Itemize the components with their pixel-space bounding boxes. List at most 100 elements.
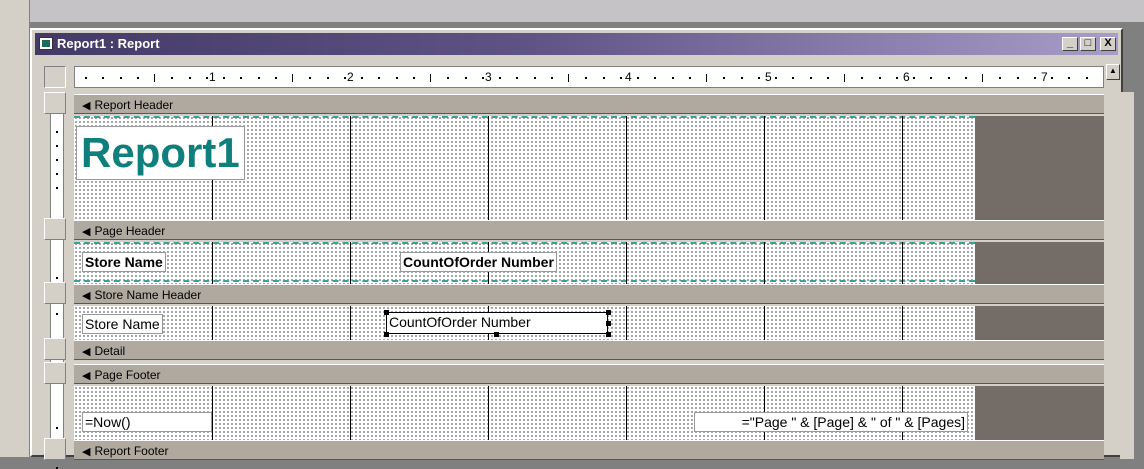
ruler-tick <box>56 159 58 161</box>
section-selector-page-header[interactable] <box>44 218 66 240</box>
ruler-tick <box>913 77 915 79</box>
resize-handle[interactable] <box>606 310 611 315</box>
ruler-label: 4 <box>625 70 632 84</box>
report-header-canvas[interactable]: Report1 <box>74 116 975 220</box>
store-name-header-canvas[interactable]: Store Name CountOfOrder Number <box>74 306 975 340</box>
grid-line <box>350 386 351 440</box>
scroll-up-arrow-icon[interactable]: ▲ <box>1106 64 1120 80</box>
section-selector-store-name-header[interactable] <box>44 282 66 304</box>
report-title-label[interactable]: Report1 <box>76 126 245 180</box>
grid-line <box>350 242 351 284</box>
ruler-tick <box>1051 77 1053 79</box>
ruler-tick <box>896 77 898 79</box>
ruler-label: 1 <box>209 70 216 84</box>
ruler-tick <box>861 77 863 79</box>
ruler-tick <box>56 427 58 429</box>
grid-line <box>626 242 627 284</box>
count-of-order-number-label[interactable]: CountOfOrder Number <box>400 252 557 272</box>
minimize-button[interactable]: _ <box>1062 37 1078 51</box>
canvas-outside-area <box>975 386 1104 440</box>
count-of-order-number-field[interactable]: CountOfOrder Number <box>386 312 608 334</box>
grid-line <box>350 306 351 340</box>
ruler-tick <box>56 145 58 147</box>
section-bar-report-header[interactable]: ◀ Report Header <box>74 94 1104 114</box>
ruler-tick <box>56 277 58 279</box>
ruler-tick <box>447 77 449 79</box>
store-name-field[interactable]: Store Name <box>82 314 163 334</box>
grid-line <box>626 116 627 220</box>
canvas-outside-area <box>975 306 1104 340</box>
resize-handle[interactable] <box>384 310 389 315</box>
report-icon <box>39 37 53 50</box>
section-selector-report-header[interactable] <box>44 92 66 114</box>
ruler-tick <box>1034 77 1036 79</box>
grid-line <box>212 306 213 340</box>
vertical-ruler <box>50 92 64 469</box>
horizontal-ruler[interactable]: 1 2 3 4 5 6 7 <box>74 66 1104 88</box>
close-button[interactable]: X <box>1100 37 1116 51</box>
section-label: ◀ Report Header <box>82 98 173 112</box>
section-arrow-icon: ◀ <box>82 446 91 458</box>
ruler-corner-selector[interactable] <box>44 66 66 88</box>
teal-divider <box>74 116 975 118</box>
grid-line <box>488 116 489 220</box>
ruler-tick <box>223 77 225 79</box>
ruler-tick <box>844 74 845 82</box>
ruler-tick <box>378 77 380 79</box>
vertical-scrollbar[interactable] <box>1120 92 1134 459</box>
ruler-tick <box>292 74 293 82</box>
ruler-tick <box>723 77 725 79</box>
resize-handle[interactable] <box>606 332 611 337</box>
grid-line <box>764 116 765 220</box>
section-arrow-icon: ◀ <box>82 290 91 302</box>
section-bar-page-header[interactable]: ◀ Page Header <box>74 220 1104 240</box>
canvas-outside-area <box>975 116 1104 220</box>
ruler-tick <box>240 77 242 79</box>
section-bar-detail[interactable]: ◀ Detail <box>74 340 1104 360</box>
resize-handle[interactable] <box>384 332 389 337</box>
section-title: Report Footer <box>94 444 169 458</box>
maximize-button[interactable]: □ <box>1080 37 1096 51</box>
section-selector-detail[interactable] <box>44 338 66 360</box>
section-label: ◀ Report Footer <box>82 444 169 458</box>
ruler-tick <box>430 74 431 82</box>
store-name-label[interactable]: Store Name <box>82 252 166 272</box>
section-bar-report-footer[interactable]: ◀ Report Footer <box>74 440 1104 460</box>
page-number-field[interactable]: ="Page " & [Page] & " of " & [Pages] <box>694 412 968 432</box>
section-label: ◀ Store Name Header <box>82 288 201 302</box>
ruler-tick <box>637 77 639 79</box>
section-arrow-icon: ◀ <box>82 226 91 238</box>
ruler-tick <box>275 77 277 79</box>
ruler-tick <box>948 77 950 79</box>
section-title: Detail <box>94 344 126 358</box>
page-header-canvas[interactable]: Store Name CountOfOrder Number <box>74 242 975 284</box>
ruler-tick <box>309 77 311 79</box>
resize-handle[interactable] <box>606 321 611 326</box>
title-bar[interactable]: Report1 : Report _ □ X <box>35 33 1118 55</box>
section-bar-page-footer[interactable]: ◀ Page Footer <box>74 364 1104 384</box>
teal-divider <box>74 280 975 282</box>
ruler-tick <box>1086 77 1088 79</box>
grid-line <box>626 386 627 440</box>
ruler-tick <box>706 74 707 82</box>
now-field[interactable]: =Now() <box>82 412 212 432</box>
resize-handle[interactable] <box>494 332 499 337</box>
section-title: Page Header <box>94 224 166 238</box>
ruler-label: 2 <box>347 70 354 84</box>
ruler-tick <box>516 77 518 79</box>
ruler-label: 3 <box>485 70 492 84</box>
ruler-tick <box>879 77 881 79</box>
section-title: Store Name Header <box>94 288 202 302</box>
grid-line <box>902 242 903 284</box>
page-footer-canvas[interactable]: =Now() ="Page " & [Page] & " of " & [Pag… <box>74 386 975 440</box>
ruler-label: 5 <box>765 70 772 84</box>
ruler-tick <box>85 77 87 79</box>
ruler-tick <box>775 77 777 79</box>
section-title: Report Header <box>94 98 174 112</box>
ruler-tick <box>396 77 398 79</box>
ruler-label: 6 <box>903 70 910 84</box>
section-bar-store-name-header[interactable]: ◀ Store Name Header <box>74 284 1104 304</box>
section-selector-page-footer[interactable] <box>44 362 66 384</box>
ruler-tick <box>930 77 932 79</box>
ruler-tick <box>965 77 967 79</box>
